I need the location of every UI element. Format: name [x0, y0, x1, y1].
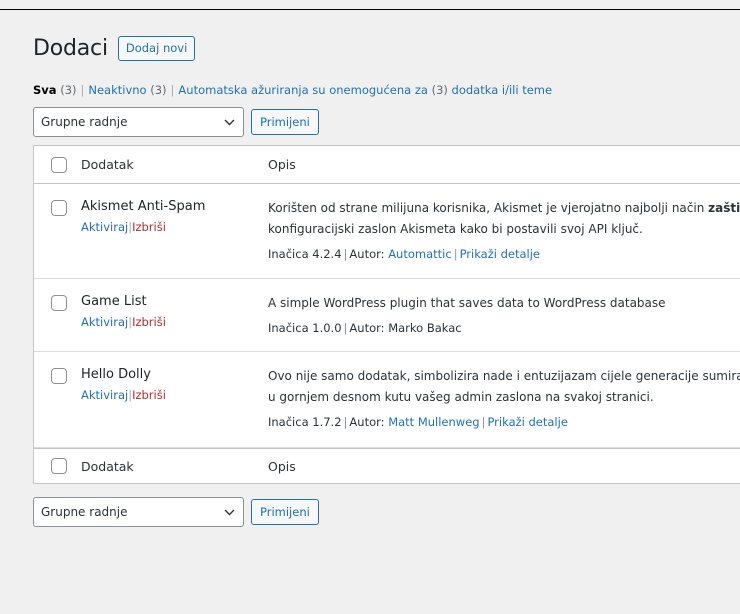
plugin-meta: Inačica 4.2.4 | Autor: Automattic | Prikaži … — [268, 246, 740, 262]
row-checkbox[interactable] — [50, 368, 67, 384]
activate-link[interactable]: Aktiviraj — [81, 388, 128, 402]
page-title: Dodaci — [33, 35, 108, 61]
apply-button-bottom[interactable]: Primijeni — [251, 499, 319, 525]
plugin-description-cell: Ovo nije samo dodatak, simbolizira nade … — [268, 352, 740, 447]
filter-inactive[interactable]: Neaktivno (3) — [88, 83, 166, 97]
column-header-plugin: Dodatak — [81, 157, 134, 172]
bulk-actions-top: Grupne radnje Primijeni — [33, 107, 740, 137]
plugin-meta: Inačica 1.7.2 | Autor: Matt Mullenweg | Prik… — [268, 414, 740, 430]
filter-autoupdate-label: Automatska ažuriranja su onemogućena za — [178, 83, 428, 97]
description-line: A simple WordPress plugin that saves dat… — [268, 296, 666, 310]
select-all-checkbox[interactable] — [50, 156, 67, 173]
plugin-description-cell: A simple WordPress plugin that saves dat… — [268, 279, 740, 351]
author-link[interactable]: Automattic — [388, 247, 452, 261]
plugin-version: Inačica 1.0.0 — [268, 321, 342, 335]
description-text: Korišten od strane milijuna korisnika, A… — [268, 201, 705, 215]
row-checkbox[interactable] — [50, 295, 67, 311]
bulk-action-select-bottom[interactable]: Grupne radnje — [33, 497, 244, 527]
filter-autoupdate-disabled[interactable]: Automatska ažuriranja su onemogućena za … — [178, 83, 552, 97]
details-link[interactable]: Prikaži detalje — [460, 247, 540, 261]
table-row: Game List Aktiviraj|Izbriši A simple Wor… — [34, 279, 740, 352]
plugin-meta: Inačica 1.0.0 | Autor: Marko Bakac — [268, 320, 740, 336]
bulk-action-select-top[interactable]: Grupne radnje — [33, 107, 244, 137]
filter-autoupdate-count: (3) — [431, 83, 448, 97]
filter-separator: | — [80, 83, 85, 97]
page-heading: Dodaci Dodaj novi — [33, 30, 740, 66]
plugin-version: Inačica 1.7.2 — [268, 415, 342, 429]
author-prefix: Autor: — [349, 321, 385, 335]
filter-autoupdate-suffix: dodatka i/ili teme — [451, 83, 553, 97]
author-prefix: Autor: — [349, 247, 385, 261]
select-all-checkbox-bottom[interactable] — [50, 458, 67, 474]
description-line: u gornjem desnom kutu vašeg admin zaslon… — [268, 390, 654, 404]
filter-inactive-count: (3) — [150, 83, 167, 97]
select-all-cell — [34, 156, 81, 173]
table-footer: Dodatak Opis — [34, 448, 740, 483]
row-actions: Aktiviraj|Izbriši — [81, 387, 268, 403]
filter-all[interactable]: Sva (3) — [33, 83, 77, 97]
row-checkbox-cell — [34, 184, 81, 278]
plugin-version: Inačica 4.2.4 — [268, 247, 342, 261]
column-header-description: Opis — [268, 157, 296, 172]
plugins-page: Dodaci Dodaj novi Sva (3) | Neaktivno (3) |… — [33, 30, 740, 527]
select-all-cell — [34, 458, 81, 474]
delete-link[interactable]: Izbriši — [132, 220, 166, 234]
plugin-name-cell: Hello Dolly Aktiviraj|Izbriši — [81, 352, 268, 447]
filter-all-label: Sva — [33, 83, 57, 97]
plugin-description-cell: Korišten od strane milijuna korisnika, A… — [268, 184, 740, 278]
plugin-title: Hello Dolly — [81, 367, 151, 382]
plugin-name-cell: Akismet Anti-Spam Aktiviraj|Izbriši — [81, 184, 268, 278]
add-new-button[interactable]: Dodaj novi — [117, 35, 196, 61]
column-footer-description: Opis — [268, 458, 296, 474]
plugin-title: Game List — [81, 294, 147, 309]
author-link[interactable]: Matt Mullenweg — [388, 415, 479, 429]
description-bold: zaštit — [708, 201, 740, 215]
delete-link[interactable]: Izbriši — [132, 315, 166, 329]
plugin-title: Akismet Anti-Spam — [81, 199, 206, 214]
bulk-action-selected: Grupne radnje — [41, 115, 128, 129]
column-footer-plugin: Dodatak — [81, 458, 134, 474]
apply-button-top[interactable]: Primijeni — [251, 109, 319, 135]
filter-inactive-label: Neaktivno — [88, 83, 147, 97]
bulk-actions-bottom: Grupne radnje Primijeni — [33, 497, 740, 527]
row-checkbox-cell — [34, 352, 81, 447]
bulk-action-selected: Grupne radnje — [41, 505, 128, 519]
description-line: konfiguracijski zaslon Akismeta kako bi … — [268, 222, 643, 236]
activate-link[interactable]: Aktiviraj — [81, 315, 128, 329]
chevron-down-icon — [224, 117, 235, 128]
plugins-table: Dodatak Opis Akismet Anti-Spam Aktiviraj… — [33, 145, 740, 484]
details-link[interactable]: Prikaži detalje — [487, 415, 567, 429]
table-row: Akismet Anti-Spam Aktiviraj|Izbriši Kori… — [34, 184, 740, 279]
row-checkbox-cell — [34, 279, 81, 351]
delete-link[interactable]: Izbriši — [132, 388, 166, 402]
author-name: Marko Bakac — [388, 321, 462, 335]
row-actions: Aktiviraj|Izbriši — [81, 314, 268, 330]
table-header: Dodatak Opis — [34, 146, 740, 184]
chevron-down-icon — [224, 507, 235, 518]
plugin-name-cell: Game List Aktiviraj|Izbriši — [81, 279, 268, 351]
row-checkbox[interactable] — [50, 200, 67, 216]
table-row: Hello Dolly Aktiviraj|Izbriši Ovo nije s… — [34, 352, 740, 448]
row-actions: Aktiviraj|Izbriši — [81, 219, 268, 235]
description-line: Korišten od strane milijuna korisnika, A… — [268, 198, 740, 219]
top-border — [0, 9, 740, 10]
filter-separator: | — [170, 83, 175, 97]
description-line: Ovo nije samo dodatak, simbolizira nade … — [268, 369, 740, 383]
filter-links: Sva (3) | Neaktivno (3) | Automatska ažurira… — [33, 82, 740, 98]
activate-link[interactable]: Aktiviraj — [81, 220, 128, 234]
author-prefix: Autor: — [349, 415, 385, 429]
filter-all-count: (3) — [60, 83, 77, 97]
meta-separator: | — [453, 247, 458, 261]
